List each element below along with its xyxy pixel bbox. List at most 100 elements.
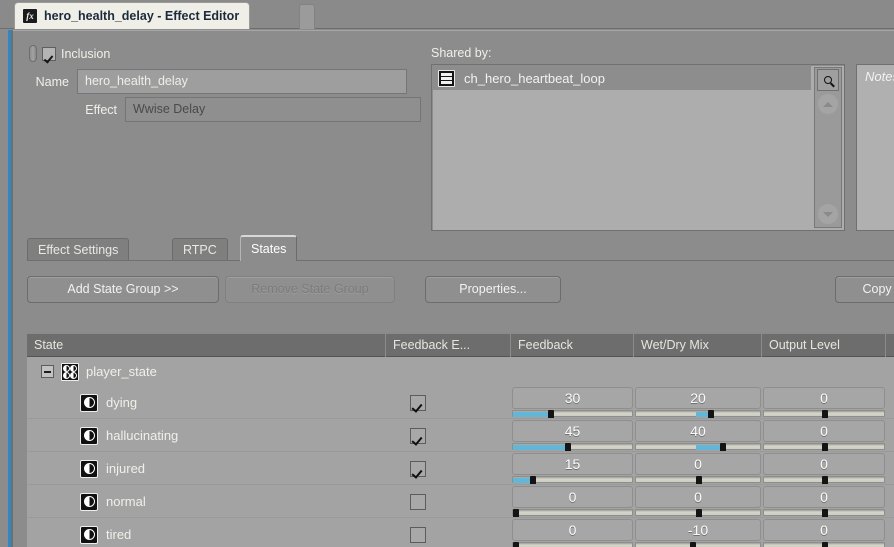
feedback-slider[interactable] (512, 443, 633, 452)
feedback-value[interactable]: 30 (512, 387, 633, 409)
fx-icon (22, 8, 38, 24)
state-group-label: player_state (86, 364, 157, 379)
editor-panel: Inclusion Name hero_health_delay Effect … (13, 30, 894, 547)
output-level-cell: 0 (763, 519, 885, 547)
tab-rtpc[interactable]: RTPC (172, 238, 228, 261)
output-level-slider[interactable] (763, 476, 885, 485)
feedback-value[interactable]: 0 (512, 486, 633, 508)
state-name-label: dying (106, 395, 138, 410)
feedback-cell: 45 (512, 420, 633, 452)
wet-dry-mix-value[interactable]: 40 (635, 420, 761, 442)
tab-effect-settings[interactable]: Effect Settings (27, 238, 130, 261)
column-header-wet-dry-mix[interactable]: Wet/Dry Mix (633, 334, 761, 357)
feedback-slider-fill (513, 445, 565, 450)
feedback-value[interactable]: 45 (512, 420, 633, 442)
output-level-slider[interactable] (763, 542, 885, 547)
state-icon (80, 492, 98, 511)
collapse-icon[interactable] (41, 365, 54, 378)
output-level-value[interactable]: 0 (763, 420, 885, 442)
table-row[interactable]: tired 0 -10 0 (27, 518, 894, 547)
wet-dry-mix-value[interactable]: 0 (635, 453, 761, 475)
output-level-value[interactable]: 0 (763, 387, 885, 409)
table-row[interactable]: hallucinating 45 40 0 (27, 419, 894, 452)
copy-settings-button[interactable]: Copy S (835, 276, 894, 303)
shared-by-list[interactable]: ch_hero_heartbeat_loop (431, 64, 845, 231)
state-name-label: hallucinating (106, 428, 179, 443)
window-tab-title: hero_health_delay - Effect Editor (44, 8, 240, 23)
inclusion-label: Inclusion (61, 46, 111, 61)
tab-states[interactable]: States (240, 235, 298, 261)
feedback-slider[interactable] (512, 509, 633, 518)
feedback-value[interactable]: 0 (512, 519, 633, 541)
wet-dry-mix-slider[interactable] (635, 542, 761, 547)
window-tab-placeholder[interactable] (299, 4, 315, 29)
output-level-slider[interactable] (763, 509, 885, 518)
output-level-slider[interactable] (763, 410, 885, 419)
scroll-down-icon[interactable] (818, 204, 838, 224)
states-table: State Feedback E... Feedback Wet/Dry Mix… (27, 333, 894, 547)
output-level-value[interactable]: 0 (763, 486, 885, 508)
inclusion-checkbox[interactable] (42, 46, 56, 61)
table-row[interactable]: dying 30 20 0 (27, 386, 894, 419)
feedback-slider[interactable] (512, 476, 633, 485)
output-level-value[interactable]: 0 (763, 519, 885, 541)
table-row[interactable]: injured 15 0 0 (27, 452, 894, 485)
search-icon[interactable] (817, 69, 839, 91)
table-row[interactable]: normal 0 0 0 (27, 485, 894, 518)
table-header: State Feedback E... Feedback Wet/Dry Mix… (27, 333, 894, 357)
window-tab-effect-editor[interactable]: hero_health_delay - Effect Editor (14, 2, 251, 29)
effect-field-row: Effect Wwise Delay (29, 97, 421, 122)
sound-bank-icon (438, 69, 455, 87)
column-header-feedback[interactable]: Feedback (510, 334, 633, 357)
feedback-enabled-checkbox[interactable] (410, 428, 426, 444)
add-state-group-button[interactable]: Add State Group >> (27, 276, 219, 303)
name-input[interactable]: hero_health_delay (77, 69, 407, 94)
feedback-cell: 0 (512, 486, 633, 518)
wet-dry-mix-value[interactable]: -10 (635, 519, 761, 541)
wet-dry-mix-slider[interactable] (635, 476, 761, 485)
table-body: player_state dying 30 20 0 hallucinating 45 40… (27, 357, 894, 547)
feedback-enabled-checkbox[interactable] (410, 461, 426, 477)
wet-dry-mix-value[interactable]: 20 (635, 387, 761, 409)
notes-field[interactable]: Notes (856, 64, 894, 231)
effect-label: Effect (85, 102, 117, 117)
wet-dry-mix-slider-fill (696, 412, 708, 417)
column-header-extra[interactable] (885, 334, 894, 357)
wet-dry-mix-slider-handle[interactable] (690, 542, 696, 547)
wet-dry-mix-slider[interactable] (635, 443, 761, 452)
feedback-enabled-checkbox[interactable] (410, 395, 426, 411)
column-header-feedback-enabled[interactable]: Feedback E... (385, 334, 510, 357)
state-name-cell: injured (80, 452, 145, 485)
wet-dry-mix-cell: 0 (635, 453, 761, 485)
column-header-state[interactable]: State (27, 334, 385, 357)
feedback-value[interactable]: 15 (512, 453, 633, 475)
output-level-slider[interactable] (763, 443, 885, 452)
feedback-enabled-checkbox[interactable] (410, 494, 426, 510)
state-icon (80, 426, 98, 445)
scroll-up-icon[interactable] (818, 94, 838, 114)
name-label: Name (35, 74, 69, 89)
feedback-slider-handle[interactable] (513, 542, 519, 547)
column-header-output-level[interactable]: Output Level (761, 334, 885, 357)
wet-dry-mix-slider[interactable] (635, 509, 761, 518)
feedback-cell: 30 (512, 387, 633, 419)
grip-handle-icon[interactable] (29, 45, 37, 62)
state-name-label: injured (106, 461, 146, 476)
feedback-slider[interactable] (512, 410, 633, 419)
tab-underline (27, 260, 894, 261)
table-group-row[interactable]: player_state (27, 357, 894, 386)
wet-dry-mix-value[interactable]: 0 (635, 486, 761, 508)
effect-input: Wwise Delay (125, 97, 421, 122)
wet-dry-mix-slider[interactable] (635, 410, 761, 419)
feedback-slider[interactable] (512, 542, 633, 547)
properties-button[interactable]: Properties... (425, 276, 561, 303)
window-tab-strip: hero_health_delay - Effect Editor (0, 0, 894, 29)
output-level-slider-handle[interactable] (822, 542, 828, 547)
state-name-cell: tired (80, 518, 131, 547)
output-level-cell: 0 (763, 486, 885, 518)
shared-by-scrollbar[interactable] (814, 67, 842, 228)
feedback-enabled-checkbox[interactable] (410, 527, 426, 543)
name-field-row: Name hero_health_delay (29, 69, 407, 94)
list-item[interactable]: ch_hero_heartbeat_loop (433, 66, 811, 90)
output-level-value[interactable]: 0 (763, 453, 885, 475)
